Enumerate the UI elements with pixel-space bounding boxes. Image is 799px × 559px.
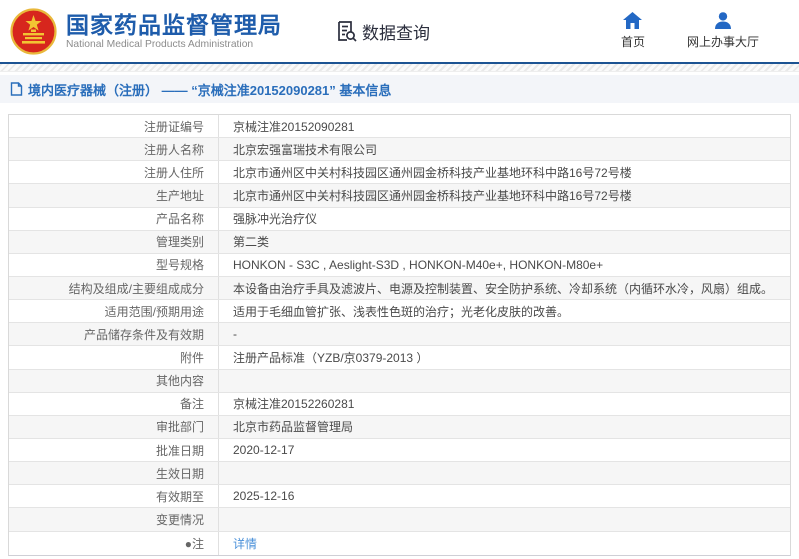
table-row: 注册证编号京械注准20152090281 bbox=[9, 115, 790, 138]
row-value bbox=[219, 370, 790, 392]
row-value: 2020-12-17 bbox=[219, 439, 790, 461]
table-row: 产品名称强脉冲光治疗仪 bbox=[9, 208, 790, 231]
row-label: 附件 bbox=[9, 346, 219, 368]
nav-label-home: 首页 bbox=[621, 33, 645, 50]
home-icon bbox=[623, 12, 642, 29]
table-row: 适用范围/预期用途适用于毛细血管扩张、浅表性色斑的治疗；光老化皮肤的改善。 bbox=[9, 300, 790, 323]
row-label: 批准日期 bbox=[9, 439, 219, 461]
row-label: 结构及组成/主要组成成分 bbox=[9, 277, 219, 299]
row-label: 管理类别 bbox=[9, 231, 219, 253]
person-icon bbox=[714, 12, 732, 29]
table-row: 备注京械注准20152260281 bbox=[9, 393, 790, 416]
table-row: 产品储存条件及有效期- bbox=[9, 323, 790, 346]
table-row: 有效期至2025-12-16 bbox=[9, 485, 790, 508]
row-label: 型号规格 bbox=[9, 254, 219, 276]
table-row: 型号规格HONKON - S3C , Aeslight-S3D , HONKON… bbox=[9, 254, 790, 277]
row-value: 北京宏强富瑞技术有限公司 bbox=[219, 138, 790, 160]
breadcrumb: 境内医疗器械（注册） —— “京械注准20152090281” 基本信息 bbox=[0, 75, 799, 103]
row-value: - bbox=[219, 323, 790, 345]
page-header: 国家药品监督管理局 National Medical Products Admi… bbox=[0, 0, 799, 62]
row-value: 京械注准20152260281 bbox=[219, 393, 790, 415]
table-row: 生效日期 bbox=[9, 462, 790, 485]
row-value: 适用于毛细血管扩张、浅表性色斑的治疗；光老化皮肤的改善。 bbox=[219, 300, 790, 322]
row-label: ●注 bbox=[9, 532, 219, 555]
row-label: 审批部门 bbox=[9, 416, 219, 438]
table-row: 注册人名称北京宏强富瑞技术有限公司 bbox=[9, 138, 790, 161]
row-value: 2025-12-16 bbox=[219, 485, 790, 507]
nav-item-home[interactable]: 首页 bbox=[621, 12, 645, 50]
row-value: 强脉冲光治疗仪 bbox=[219, 208, 790, 230]
nav-label-service-hall: 网上办事大厅 bbox=[687, 33, 759, 50]
row-value: HONKON - S3C , Aeslight-S3D , HONKON-M40… bbox=[219, 254, 790, 276]
top-nav: 首页 网上办事大厅 bbox=[621, 12, 777, 50]
agency-title-block: 国家药品监督管理局 National Medical Products Admi… bbox=[66, 12, 282, 50]
row-value: 第二类 bbox=[219, 231, 790, 253]
data-query-label: 数据查询 bbox=[362, 19, 430, 44]
row-label: 适用范围/预期用途 bbox=[9, 300, 219, 322]
row-label: 生产地址 bbox=[9, 184, 219, 206]
row-label: 产品名称 bbox=[9, 208, 219, 230]
row-label: 变更情况 bbox=[9, 508, 219, 530]
national-emblem-icon bbox=[10, 8, 57, 55]
row-label: 注册人住所 bbox=[9, 161, 219, 183]
registration-info-table: 注册证编号京械注准20152090281注册人名称北京宏强富瑞技术有限公司注册人… bbox=[8, 114, 791, 556]
row-label: 产品储存条件及有效期 bbox=[9, 323, 219, 345]
row-label: 其他内容 bbox=[9, 370, 219, 392]
table-row: 审批部门北京市药品监督管理局 bbox=[9, 416, 790, 439]
details-link[interactable]: 详情 bbox=[233, 535, 257, 552]
row-label: 注册证编号 bbox=[9, 115, 219, 137]
table-row: 注册人住所北京市通州区中关村科技园区通州园金桥科技产业基地环科中路16号72号楼 bbox=[9, 161, 790, 184]
row-value: 详情 bbox=[219, 532, 790, 555]
table-row: 变更情况 bbox=[9, 508, 790, 531]
table-row: 附件注册产品标准（YZB/京0379-2013 ） bbox=[9, 346, 790, 369]
agency-name-en: National Medical Products Administration bbox=[66, 39, 282, 50]
row-value bbox=[219, 508, 790, 530]
row-value: 北京市药品监督管理局 bbox=[219, 416, 790, 438]
document-icon bbox=[10, 82, 23, 96]
row-value: 京械注准20152090281 bbox=[219, 115, 790, 137]
row-label: 注册人名称 bbox=[9, 138, 219, 160]
row-label: 有效期至 bbox=[9, 485, 219, 507]
agency-name-cn: 国家药品监督管理局 bbox=[66, 12, 282, 38]
breadcrumb-text: 境内医疗器械（注册） —— “京械注准20152090281” 基本信息 bbox=[28, 80, 391, 99]
hatch-strip bbox=[0, 64, 799, 72]
table-row: 批准日期2020-12-17 bbox=[9, 439, 790, 462]
row-value: 北京市通州区中关村科技园区通州园金桥科技产业基地环科中路16号72号楼 bbox=[219, 184, 790, 206]
row-value: 注册产品标准（YZB/京0379-2013 ） bbox=[219, 346, 790, 368]
nav-item-service-hall[interactable]: 网上办事大厅 bbox=[687, 12, 759, 50]
table-row: 结构及组成/主要组成成分本设备由治疗手具及滤波片、电源及控制装置、安全防护系统、… bbox=[9, 277, 790, 300]
table-row: 其他内容 bbox=[9, 370, 790, 393]
data-query-title[interactable]: 数据查询 bbox=[334, 19, 430, 44]
document-search-icon bbox=[334, 19, 358, 43]
table-row: 管理类别第二类 bbox=[9, 231, 790, 254]
row-value: 本设备由治疗手具及滤波片、电源及控制装置、安全防护系统、冷却系统（内循环水冷，风… bbox=[219, 277, 790, 299]
row-label: 生效日期 bbox=[9, 462, 219, 484]
row-value: 北京市通州区中关村科技园区通州园金桥科技产业基地环科中路16号72号楼 bbox=[219, 161, 790, 183]
row-label: 备注 bbox=[9, 393, 219, 415]
row-value bbox=[219, 462, 790, 484]
table-row: 生产地址北京市通州区中关村科技园区通州园金桥科技产业基地环科中路16号72号楼 bbox=[9, 184, 790, 207]
table-row: ●注详情 bbox=[9, 532, 790, 555]
